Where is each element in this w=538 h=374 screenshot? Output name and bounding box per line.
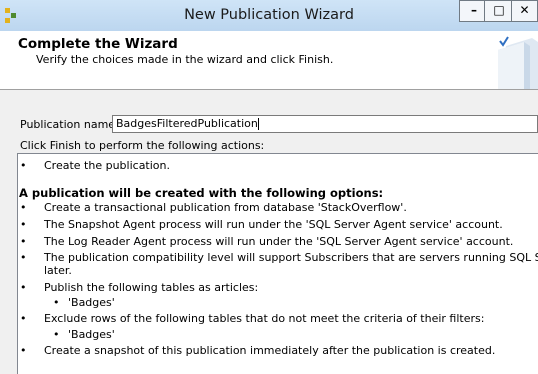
bullet: • — [53, 328, 60, 341]
bullet: • — [20, 159, 27, 172]
window-title: New Publication Wizard — [184, 7, 354, 23]
bullet: • — [20, 235, 27, 248]
bullet: • — [20, 344, 27, 357]
publication-name-input[interactable]: BadgesFilteredPublication — [112, 115, 538, 133]
bullet: • — [53, 296, 60, 309]
bullet: • — [20, 218, 27, 231]
option-text: Exclude rows of the following tables tha… — [44, 312, 485, 325]
publication-name-value: BadgesFilteredPublication — [116, 117, 258, 130]
options-heading: A publication will be created with the f… — [19, 186, 384, 200]
instructions-label: Click Finish to perform the following ac… — [20, 139, 265, 152]
action-create-publication: Create the publication. — [44, 159, 171, 172]
bullet: • — [20, 201, 27, 214]
option-text: later. — [44, 264, 72, 277]
table-name: 'Badges' — [68, 328, 115, 341]
close-button[interactable]: ✕ — [511, 0, 538, 22]
option-text: Create a transactional publication from … — [44, 201, 407, 214]
option-text: The publication compatibility level will… — [44, 251, 538, 264]
option-text: Publish the following tables as articles… — [44, 281, 259, 294]
window-titlebar[interactable]: New Publication Wizard – □ ✕ — [0, 0, 538, 32]
option-text: The Log Reader Agent process will run un… — [44, 235, 514, 248]
table-name: 'Badges' — [68, 296, 115, 309]
bullet: • — [20, 251, 27, 264]
page-subtitle: Verify the choices made in the wizard an… — [36, 53, 334, 66]
book-check-icon — [498, 36, 538, 90]
bullet: • — [20, 312, 27, 325]
option-text: Create a snapshot of this publication im… — [44, 344, 496, 357]
page-title: Complete the Wizard — [18, 36, 178, 52]
actions-summary-box[interactable]: • Create the publication. A publication … — [17, 153, 538, 374]
publication-name-label: Publication name: — [20, 118, 119, 131]
maximize-button[interactable]: □ — [484, 0, 514, 22]
option-text: The Snapshot Agent process will run unde… — [44, 218, 503, 231]
text-caret — [257, 118, 259, 130]
bullet: • — [20, 281, 27, 294]
